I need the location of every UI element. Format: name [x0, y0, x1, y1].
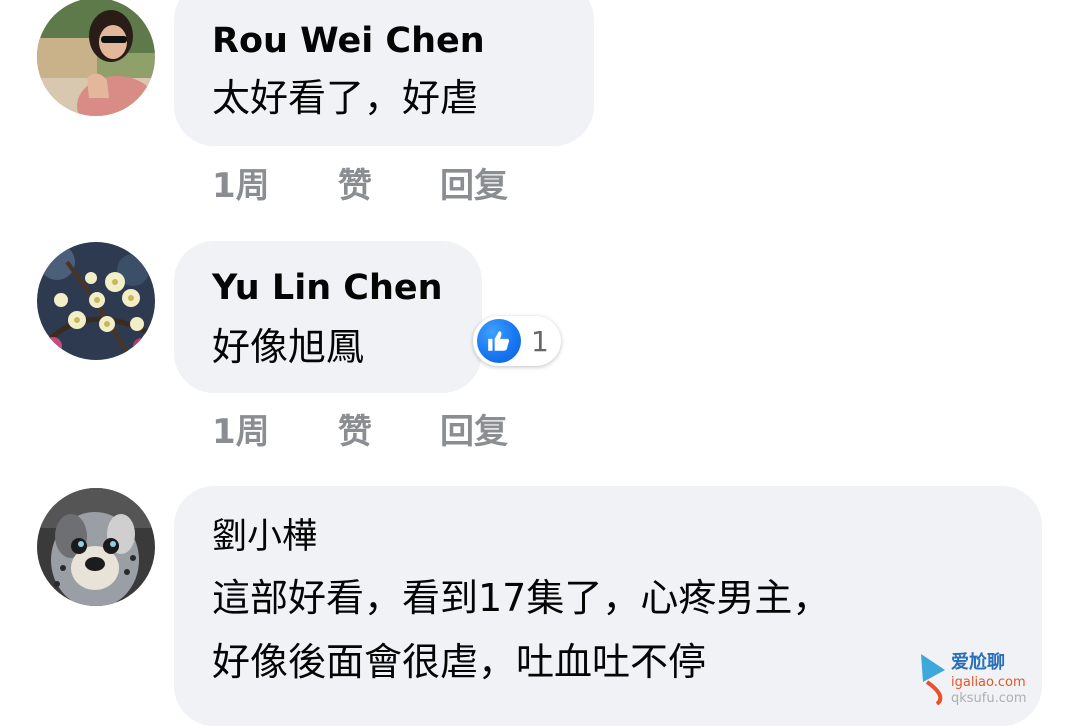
comment-bubble: Rou Wei Chen 太好看了，好虐 — [174, 0, 594, 146]
reaction-summary[interactable]: 1 — [473, 316, 561, 366]
comment-time: 1周 — [212, 412, 270, 452]
comment: Rou Wei Chen 太好看了，好虐 1周 赞 回复 — [0, 0, 1079, 220]
comment-bubble: 劉小樺 這部好看，看到17集了，心疼男主， 好像後面會很虐，吐血吐不停 — [174, 486, 1042, 726]
watermark-url: igaliao.com — [951, 675, 1026, 690]
reply-button[interactable]: 回复 — [440, 158, 508, 207]
comment-text: 好像旭鳳 — [212, 325, 365, 369]
avatar[interactable] — [37, 242, 155, 360]
watermark-url-2: qksufu.com — [951, 691, 1027, 706]
reply-button[interactable]: 回复 — [440, 404, 508, 453]
comment-bubble: Yu Lin Chen 好像旭鳳 — [174, 241, 482, 393]
watermark-title: 爱尬聊 — [951, 651, 1005, 673]
watermark-logo: 爱尬聊 igaliao.com qksufu.com — [917, 646, 1067, 708]
comment-time: 1周 — [212, 166, 270, 206]
comment-author[interactable]: Yu Lin Chen — [212, 267, 443, 309]
like-button[interactable]: 赞 — [338, 158, 372, 207]
like-button[interactable]: 赞 — [338, 404, 372, 453]
avatar[interactable] — [37, 0, 155, 116]
thumbs-up-icon — [477, 319, 521, 363]
comment-text: 太好看了，好虐 — [212, 76, 479, 120]
comment-author[interactable]: Rou Wei Chen — [212, 20, 485, 62]
comment-author[interactable]: 劉小樺 — [212, 516, 317, 558]
comment-text: 好像後面會很虐，吐血吐不停 — [212, 640, 707, 684]
comment: Yu Lin Chen 好像旭鳳 1 1周 赞 回复 — [0, 238, 1079, 458]
comment-text: 這部好看，看到17集了，心疼男主， — [212, 576, 831, 620]
reaction-count: 1 — [531, 324, 549, 358]
avatar[interactable] — [37, 488, 155, 606]
